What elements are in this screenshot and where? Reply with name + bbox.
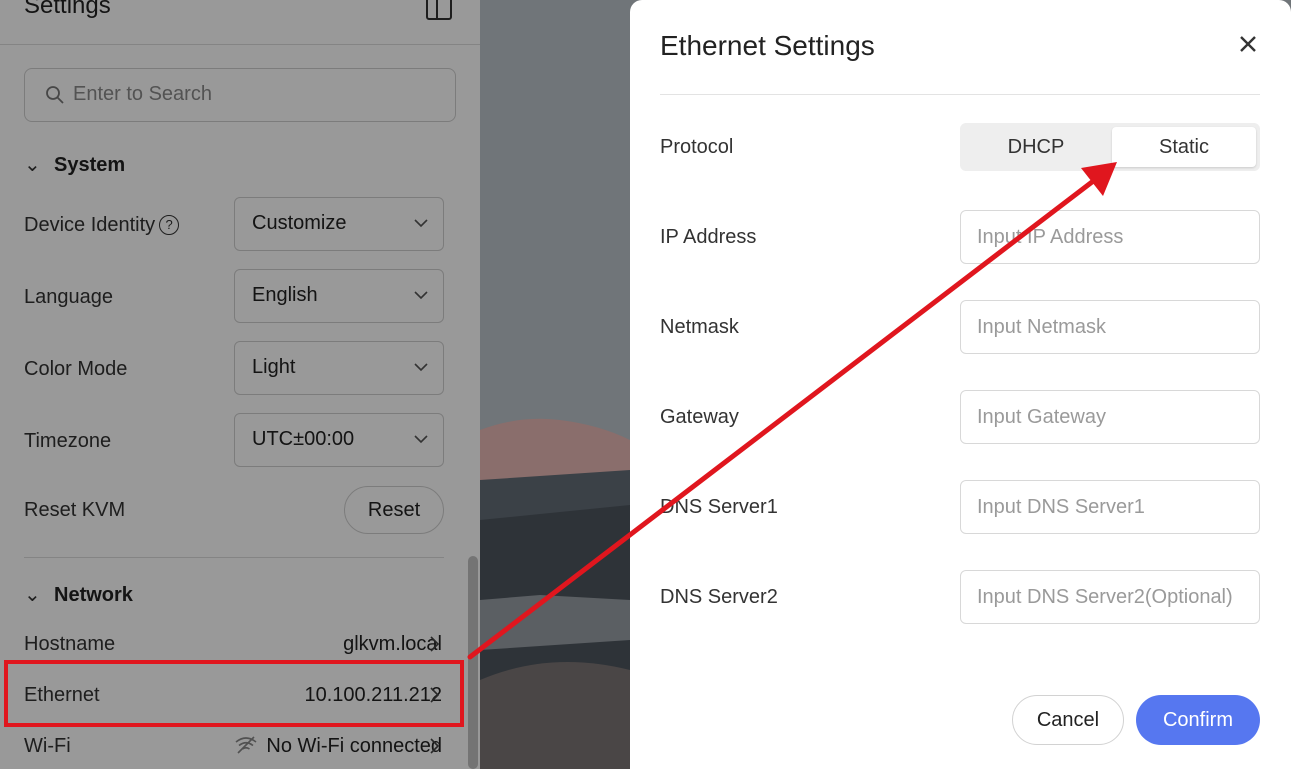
dns-server1-input[interactable] — [960, 480, 1260, 534]
ethernet-settings-modal: Ethernet Settings Protocol DHCP Static I… — [630, 0, 1291, 769]
modal-backdrop[interactable] — [0, 0, 480, 769]
ip-address-input[interactable] — [960, 210, 1260, 264]
cancel-button[interactable]: Cancel — [1012, 695, 1124, 745]
gateway-input[interactable] — [960, 390, 1260, 444]
confirm-button[interactable]: Confirm — [1136, 695, 1260, 745]
close-icon[interactable] — [1238, 34, 1258, 54]
protocol-label: Protocol — [660, 136, 734, 158]
netmask-label: Netmask — [660, 316, 739, 338]
ethernet-highlight-annotation — [4, 660, 464, 727]
gateway-label: Gateway — [660, 406, 739, 428]
dns-server2-input[interactable] — [960, 570, 1260, 624]
dns-server2-label: DNS Server2 — [660, 586, 778, 608]
modal-title: Ethernet Settings — [660, 30, 875, 61]
protocol-segmented-control[interactable]: DHCP Static — [960, 123, 1260, 171]
protocol-option-dhcp[interactable]: DHCP — [964, 127, 1108, 167]
protocol-option-static[interactable]: Static — [1112, 127, 1256, 167]
modal-divider — [660, 94, 1260, 95]
ip-address-label: IP Address — [660, 226, 757, 248]
netmask-input[interactable] — [960, 300, 1260, 354]
dns-server1-label: DNS Server1 — [660, 496, 778, 518]
